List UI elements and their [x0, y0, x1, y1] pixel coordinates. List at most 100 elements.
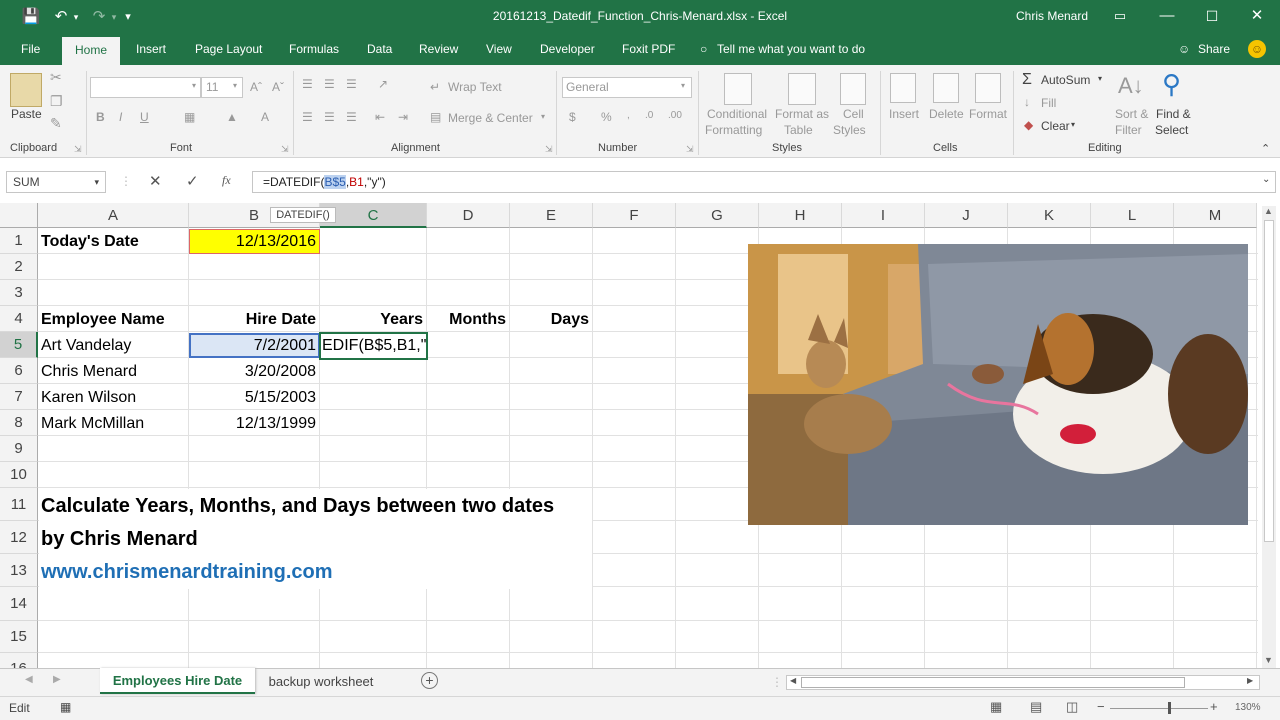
autosum-icon[interactable]: Σ — [1022, 71, 1032, 89]
minimize-icon[interactable]: — — [1150, 4, 1184, 28]
scroll-left-icon[interactable]: ◀ — [790, 676, 796, 685]
column-header-g[interactable]: G — [676, 203, 759, 228]
grow-font-icon[interactable]: Aˆ — [250, 80, 262, 94]
zoom-slider-thumb[interactable] — [1168, 702, 1171, 714]
number-format-dropdown-icon[interactable]: ▾ — [681, 81, 685, 90]
find-select-line1[interactable]: Find & — [1156, 107, 1191, 121]
sheet-tab-backup-worksheet[interactable]: backup worksheet — [256, 669, 386, 695]
fill-button[interactable]: Fill — [1041, 96, 1056, 110]
align-top-icon[interactable]: ☰ — [302, 77, 313, 91]
worksheet-grid[interactable]: ABCDEFGHIJKLM 12345678910111213141516 To… — [0, 203, 1258, 668]
cell-c4[interactable]: Years — [320, 311, 423, 329]
row-header-10[interactable]: 10 — [0, 462, 38, 488]
row-header-9[interactable]: 9 — [0, 436, 38, 462]
font-name-box[interactable] — [90, 77, 201, 98]
cell-b1[interactable]: 12/13/2016 — [190, 233, 316, 251]
increase-decimal-icon[interactable]: .0 — [645, 110, 653, 121]
macro-record-icon[interactable]: ▦ — [60, 700, 71, 714]
cancel-entry-icon[interactable]: ✕ — [149, 172, 162, 190]
fill-icon[interactable]: ↓ — [1024, 95, 1030, 109]
align-center-icon[interactable]: ☰ — [324, 110, 335, 124]
formula-input[interactable]: =DATEDIF(B$5,B1,"y") — [252, 171, 1276, 193]
select-all-corner[interactable] — [0, 203, 38, 228]
column-header-d[interactable]: D — [427, 203, 510, 228]
cell-e4[interactable]: Days — [510, 311, 589, 329]
scroll-down-icon[interactable]: ▼ — [1264, 655, 1273, 665]
sort-filter-line2[interactable]: Filter — [1115, 123, 1142, 137]
cell-a5[interactable]: Art Vandelay — [41, 337, 131, 355]
cut-icon[interactable]: ✂ — [50, 69, 62, 86]
cell-b6[interactable]: 3/20/2008 — [190, 363, 316, 381]
merge-center-icon[interactable]: ▤ — [430, 110, 441, 124]
format-as-table-line1[interactable]: Format as — [775, 107, 829, 121]
column-header-m[interactable]: M — [1174, 203, 1257, 228]
bold-icon[interactable]: B — [96, 110, 105, 124]
format-as-table-line2[interactable]: Table — [784, 123, 813, 137]
align-left-icon[interactable]: ☰ — [302, 110, 313, 124]
enter-entry-icon[interactable]: ✓ — [186, 172, 199, 190]
wrap-text-button[interactable]: Wrap Text — [448, 80, 502, 94]
tab-data[interactable]: Data — [367, 42, 392, 56]
vertical-scrollbar[interactable]: ▲ ▼ — [1262, 206, 1276, 668]
row-header-2[interactable]: 2 — [0, 254, 38, 280]
tab-foxit-pdf[interactable]: Foxit PDF — [622, 42, 675, 56]
page-layout-view-icon[interactable]: ▤ — [1030, 699, 1042, 715]
row-header-5[interactable]: 5 — [0, 332, 38, 358]
cell-styles-icon[interactable] — [840, 73, 866, 105]
comma-style-icon[interactable]: , — [627, 110, 630, 121]
cell-styles-line1[interactable]: Cell — [843, 107, 864, 121]
tab-formulas[interactable]: Formulas — [289, 42, 339, 56]
column-header-e[interactable]: E — [510, 203, 593, 228]
row-header-8[interactable]: 8 — [0, 410, 38, 436]
row-header-6[interactable]: 6 — [0, 358, 38, 384]
cell-a11[interactable]: Calculate Years, Months, and Days betwee… — [41, 495, 554, 518]
row-header-1[interactable]: 1 — [0, 228, 38, 254]
column-header-j[interactable]: J — [925, 203, 1008, 228]
cell-b7[interactable]: 5/15/2003 — [190, 389, 316, 407]
cell-a13-link[interactable]: www.chrismenardtraining.com — [41, 561, 333, 584]
row-header-4[interactable]: 4 — [0, 306, 38, 332]
percent-icon[interactable]: % — [601, 110, 612, 124]
cell-a6[interactable]: Chris Menard — [41, 363, 137, 381]
new-sheet-icon[interactable]: + — [421, 672, 438, 689]
font-size-dropdown-icon[interactable]: ▾ — [233, 81, 237, 90]
zoom-level[interactable]: 130% — [1235, 702, 1261, 713]
conditional-formatting-icon[interactable] — [724, 73, 752, 105]
vertical-scroll-thumb[interactable] — [1264, 220, 1274, 542]
increase-indent-icon[interactable]: ⇥ — [398, 110, 408, 124]
number-launcher-icon[interactable]: ⇲ — [686, 144, 694, 155]
column-header-l[interactable]: L — [1091, 203, 1174, 228]
italic-icon[interactable]: I — [119, 110, 122, 124]
delete-cells-icon[interactable] — [933, 73, 959, 103]
page-break-view-icon[interactable]: ◫ — [1066, 699, 1078, 715]
format-painter-icon[interactable]: ✎ — [50, 115, 62, 132]
row-header-7[interactable]: 7 — [0, 384, 38, 410]
sort-filter-line1[interactable]: Sort & — [1115, 107, 1148, 121]
row-header-15[interactable]: 15 — [0, 621, 38, 653]
format-as-table-icon[interactable] — [788, 73, 816, 105]
tab-developer[interactable]: Developer — [540, 42, 595, 56]
zoom-out-icon[interactable]: − — [1097, 699, 1105, 714]
clipboard-launcher-icon[interactable]: ⇲ — [74, 144, 82, 155]
cell-d4[interactable]: Months — [427, 311, 506, 329]
format-cells-icon[interactable] — [975, 73, 1001, 103]
autosum-dropdown-icon[interactable]: ▾ — [1098, 74, 1102, 83]
column-header-a[interactable]: A — [38, 203, 189, 228]
row-header-14[interactable]: 14 — [0, 587, 38, 621]
collapse-ribbon-icon[interactable]: ⌃ — [1261, 142, 1270, 155]
next-sheet-icon[interactable]: ▶ — [53, 674, 61, 685]
ribbon-display-icon[interactable]: ▭ — [1103, 4, 1137, 28]
alignment-launcher-icon[interactable]: ⇲ — [545, 144, 553, 155]
tab-home[interactable]: Home — [62, 37, 120, 65]
maximize-icon[interactable]: ☐ — [1195, 4, 1229, 28]
insert-cells-button[interactable]: Insert — [889, 107, 919, 121]
column-header-f[interactable]: F — [593, 203, 676, 228]
tell-me-box[interactable]: Tell me what you want to do — [717, 42, 865, 56]
smiley-feedback-icon[interactable]: ☺ — [1248, 40, 1266, 58]
find-select-icon[interactable]: ⚲ — [1162, 69, 1181, 100]
cell-b4[interactable]: Hire Date — [190, 311, 316, 329]
scroll-right-icon[interactable]: ▶ — [1247, 676, 1253, 685]
font-launcher-icon[interactable]: ⇲ — [281, 144, 289, 155]
zoom-slider-track[interactable] — [1110, 708, 1208, 709]
fill-color-icon[interactable]: ▲ — [226, 110, 238, 124]
